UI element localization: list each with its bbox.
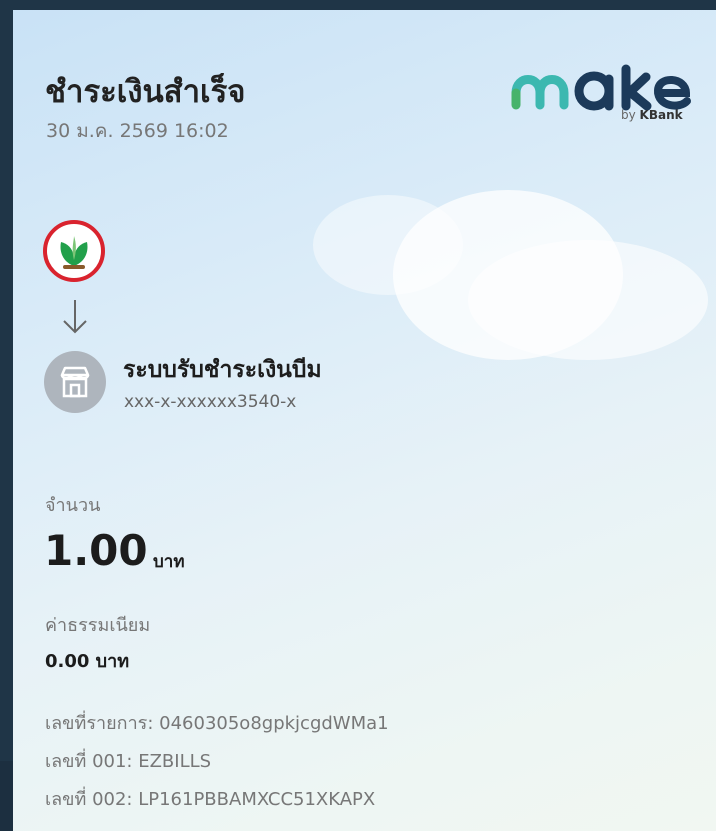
amount-label: จำนวน xyxy=(45,495,101,516)
page-title: ชำระเงินสำเร็จ xyxy=(45,74,246,110)
reference-001: เลขที่ 001: EZBILLS xyxy=(45,751,212,772)
amount-value: 1.00 xyxy=(44,526,148,575)
make-logo xyxy=(511,64,691,111)
merchant-name: ระบบรับชำระเงินบีม xyxy=(123,357,322,383)
merchant-account-number: xxx-x-xxxxxx3540-x xyxy=(124,392,297,412)
logo-by-text: by xyxy=(621,108,636,122)
logo-byline: by KBank xyxy=(621,108,683,122)
logo-bank-text: KBank xyxy=(639,108,683,122)
kbank-logo-icon xyxy=(43,220,105,282)
store-icon xyxy=(44,351,106,413)
amount-unit: บาท xyxy=(153,552,185,572)
arrow-down-icon xyxy=(63,300,87,334)
transaction-datetime: 30 ม.ค. 2569 16:02 xyxy=(46,120,229,142)
payment-slip: ชำระเงินสำเร็จ 30 ม.ค. 2569 16:02 by KBa… xyxy=(13,10,716,831)
fee-label: ค่าธรรมเนียม xyxy=(45,615,151,636)
reference-002: เลขที่ 002: LP161PBBAMXCC51XKAPX xyxy=(45,789,376,810)
cloud-decoration xyxy=(313,195,463,295)
fee-value: 0.00 บาท xyxy=(45,651,130,672)
cloud-decoration xyxy=(468,240,708,360)
transaction-reference: เลขที่รายการ: 0460305o8gpkjcgdWMa1 xyxy=(45,713,389,734)
